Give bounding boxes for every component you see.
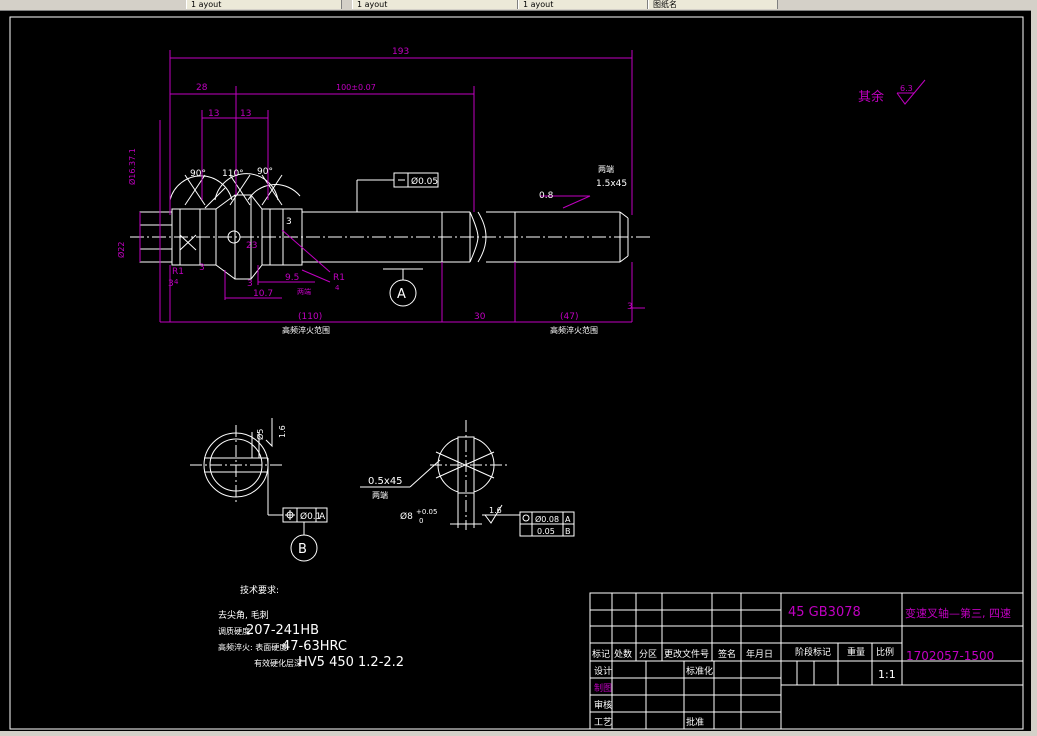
tb-scale-value: 1:1	[878, 668, 896, 681]
datum-a-label: A	[397, 287, 406, 302]
roughness-label: 其余	[858, 89, 884, 105]
dim-dia-16: Ø16.37.1	[127, 148, 137, 185]
angle-110: 110°	[222, 169, 244, 179]
drawing-name-tab[interactable]: 图纸名	[648, 0, 778, 9]
dim-3-hole: 3	[286, 217, 292, 227]
dim-dia-22: Ø22	[116, 242, 126, 258]
tb-h-date: 年月日	[746, 648, 773, 660]
sec1-dia: Ø5	[255, 429, 265, 440]
dim-4b: 4	[335, 284, 340, 292]
chamfer-value: 1.5x45	[596, 179, 627, 189]
layout-tab-1[interactable]: 1 ayout	[186, 0, 342, 9]
layout-tab-3[interactable]: 1 ayout	[518, 0, 648, 9]
sec2-sym-datum: B	[565, 527, 571, 536]
dim-3d: 3	[627, 302, 633, 312]
tol-cyl: Ø0.05	[411, 176, 438, 187]
vertical-scrollbar[interactable]	[1031, 10, 1037, 736]
note-zone-2: 高频淬火范围	[550, 325, 598, 335]
sec2-dia: Ø8	[400, 511, 413, 522]
dim-47: (47)	[560, 312, 578, 322]
sec2-chamfer-note: 两端	[372, 490, 388, 500]
title-block-texts: 45 GB3078 变速叉轴—第三, 四速 1702057-1500 标记 处数…	[592, 605, 1011, 728]
dim-r1a: R1	[172, 267, 184, 277]
tech-line-3-label: 高频淬火: 表面硬度	[218, 642, 287, 652]
dim-9-5: 9.5	[285, 273, 299, 283]
dim-30: 30	[474, 312, 486, 322]
layout-tab-2[interactable]: 1 ayout	[352, 0, 518, 9]
dim-r1b: R1	[333, 273, 345, 283]
datum-a-symbol: A	[383, 268, 423, 307]
sec2-chamfer: 0.5x45	[368, 476, 403, 487]
note-zone-1: 高频淬火范围	[282, 325, 330, 335]
sec2-tol-lo: 0	[419, 517, 423, 525]
roughness-0-8: 0.8	[539, 191, 554, 201]
tb-material: 45 GB3078	[788, 605, 861, 620]
dim-13a: 13	[208, 109, 219, 119]
tb-r-check: 审核	[594, 699, 612, 711]
dim-23: 23	[246, 241, 257, 251]
sec2-sym-tol: 0.05	[537, 527, 555, 536]
dim-110: (110)	[298, 312, 322, 322]
tech-requirements: 技术要求: 去尖角, 毛刺 调质硬度 207-241HB 高频淬火: 表面硬度 …	[218, 584, 404, 670]
roughness-others: 其余 6.3	[858, 79, 926, 105]
dim-4a: 4	[174, 278, 179, 286]
note-both-sides: 两端	[297, 287, 311, 296]
dim-13b: 13	[240, 109, 251, 119]
roughness-value: 6.3	[900, 84, 913, 93]
tech-line-3-value: 47-63HRC	[282, 639, 347, 654]
angle-90a: 90°	[190, 169, 206, 179]
tb-stage: 阶段标记	[795, 646, 831, 658]
tech-line-2-value: 207-241HB	[246, 623, 319, 638]
sec2-tol-up: +0.05	[416, 508, 437, 516]
datum-b-label: B	[298, 542, 307, 557]
tb-h-docno: 更改文件号	[664, 648, 709, 660]
sec2-pos-datum: A	[565, 515, 571, 524]
tech-title: 技术要求:	[240, 584, 279, 596]
tb-part-name: 变速叉轴—第三, 四速	[905, 606, 1011, 620]
tb-h-count: 处数	[614, 648, 632, 660]
tech-line-1: 去尖角, 毛刺	[218, 609, 269, 621]
dim-overall: 193	[392, 47, 409, 57]
dim-100: 100±0.07	[336, 83, 376, 92]
drawing-frame	[9, 16, 1024, 730]
sec2-ra: 1.6	[489, 506, 502, 515]
tb-part-no: 1702057-1500	[906, 649, 994, 663]
chamfer-note: 两端	[598, 164, 614, 174]
shaft-main-view	[130, 173, 650, 280]
dim-3b: 3	[199, 263, 205, 273]
dim-3a: 3	[168, 279, 174, 289]
tb-r-process: 工艺	[594, 717, 612, 728]
tb-weight: 重量	[847, 646, 865, 658]
tb-scale: 比例	[876, 646, 894, 658]
tb-approve: 批准	[686, 716, 704, 728]
dim-3c: 3	[247, 279, 253, 289]
tb-r-design: 设计	[594, 665, 612, 677]
sec2-pos-tol: Ø0.08	[535, 514, 559, 524]
sec1-tol-datum: A	[319, 512, 326, 522]
tech-line-4-label: 有效硬化层深	[254, 658, 302, 668]
tb-r-draw: 制图	[594, 682, 612, 694]
tb-std: 标准化	[686, 665, 713, 677]
dim-10-7: 10.7	[253, 289, 273, 299]
tb-h-sign: 签名	[718, 648, 736, 660]
cylindricity-frame: Ø0.05	[356, 172, 439, 212]
dim-28: 28	[196, 83, 208, 93]
dimension-lines	[139, 50, 645, 323]
drawing-canvas[interactable]: 193 28 100±0.07 13 13 3 3 3 3 R1 R1 4 4 …	[0, 10, 1031, 731]
tech-line-4-value: HV5 450 1.2-2.2	[298, 655, 404, 670]
tb-h-mark: 标记	[592, 648, 610, 660]
horizontal-scrollbar[interactable]	[0, 731, 1037, 736]
sec1-ra: 1.6	[278, 425, 287, 438]
tb-h-zone: 分区	[639, 649, 657, 660]
angle-90b: 90°	[257, 167, 273, 177]
